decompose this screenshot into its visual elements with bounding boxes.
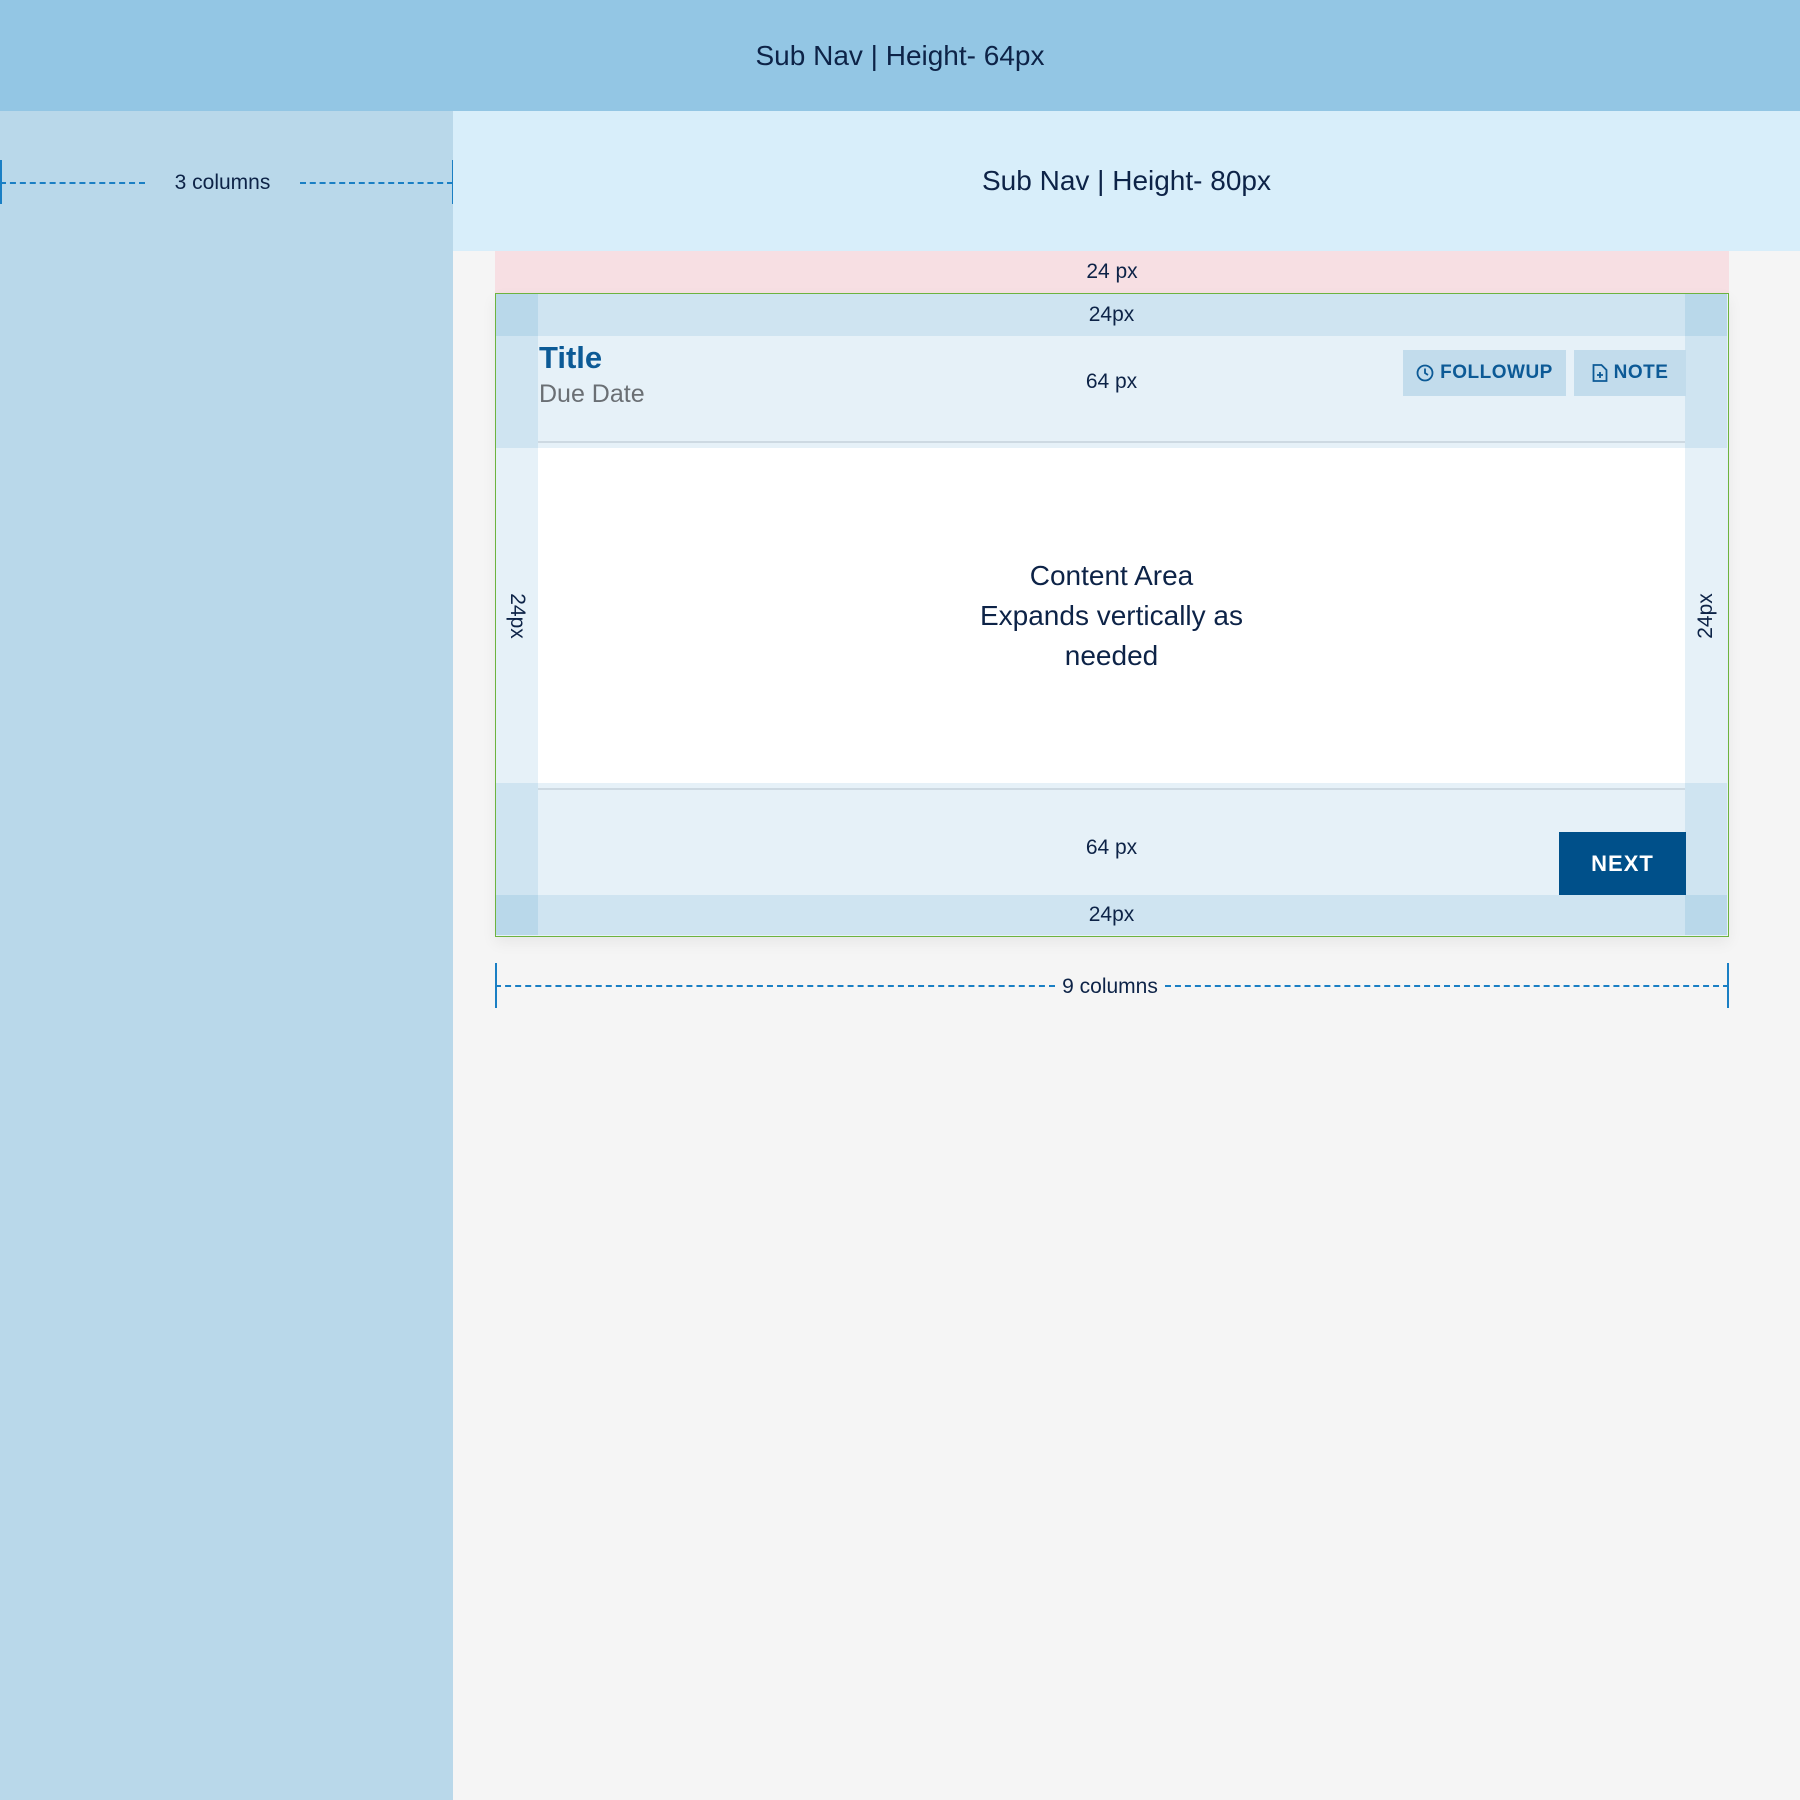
content-area: Content Area Expands vertically as neede… [538,448,1685,783]
content-text: Expands vertically as [979,599,1243,631]
left-padding: 24px [496,448,538,783]
sidebar [0,111,453,1800]
main-dimension-label: 9 columns [1062,975,1158,998]
dimension-line [495,985,1055,987]
top-sub-nav: Sub Nav | Height- 64px [0,0,1800,111]
corner [1685,895,1727,935]
sidebar-dimension-label: 3 columns [174,171,271,194]
card-header: Title Due Date 64 px FOLLOWUP NOTE [538,336,1686,448]
gutter [496,783,538,895]
corner [1685,294,1727,336]
note-add-icon [1592,364,1608,382]
top-sub-nav-label: Sub Nav | Height- 64px [755,39,1045,71]
secondary-sub-nav: Sub Nav | Height- 80px [453,111,1800,251]
spacing-label: 24px [506,592,530,639]
divider [538,441,1685,443]
followup-button[interactable]: FOLLOWUP [1403,350,1566,396]
spacing-label: 24px [1088,903,1135,926]
card-footer: 64 px NEXT [538,783,1686,895]
gutter [1685,783,1727,895]
gutter [496,336,538,448]
dimension-tick [1727,963,1729,1008]
spacing-label: 24px [1088,303,1135,326]
corner [496,895,538,935]
note-button[interactable]: NOTE [1574,350,1686,396]
secondary-sub-nav-label: Sub Nav | Height- 80px [982,165,1271,196]
clock-icon [1416,364,1434,382]
note-label: NOTE [1613,362,1669,383]
spacing-label: 24px [1694,592,1718,639]
divider [538,788,1685,790]
card-bottom-padding: 24px [496,895,1727,935]
followup-label: FOLLOWUP [1440,362,1553,383]
top-margin-spacer: 24 px [495,251,1729,293]
corner [496,294,538,336]
spacing-label: 24 px [1086,260,1138,283]
right-padding: 24px [1685,448,1727,783]
content-text: needed [1064,639,1159,671]
next-button[interactable]: NEXT [1559,832,1686,895]
gutter [1685,336,1727,448]
dimension-line [0,182,145,184]
card: 24px Title Due Date 64 px FOLLOWUP NOTE … [495,293,1729,937]
footer-height-label: 64 px [1085,836,1138,859]
content-text: Content Area [1029,559,1194,591]
card-top-padding: 24px [496,294,1727,336]
dimension-line [300,182,453,184]
dimension-line [1165,985,1729,987]
